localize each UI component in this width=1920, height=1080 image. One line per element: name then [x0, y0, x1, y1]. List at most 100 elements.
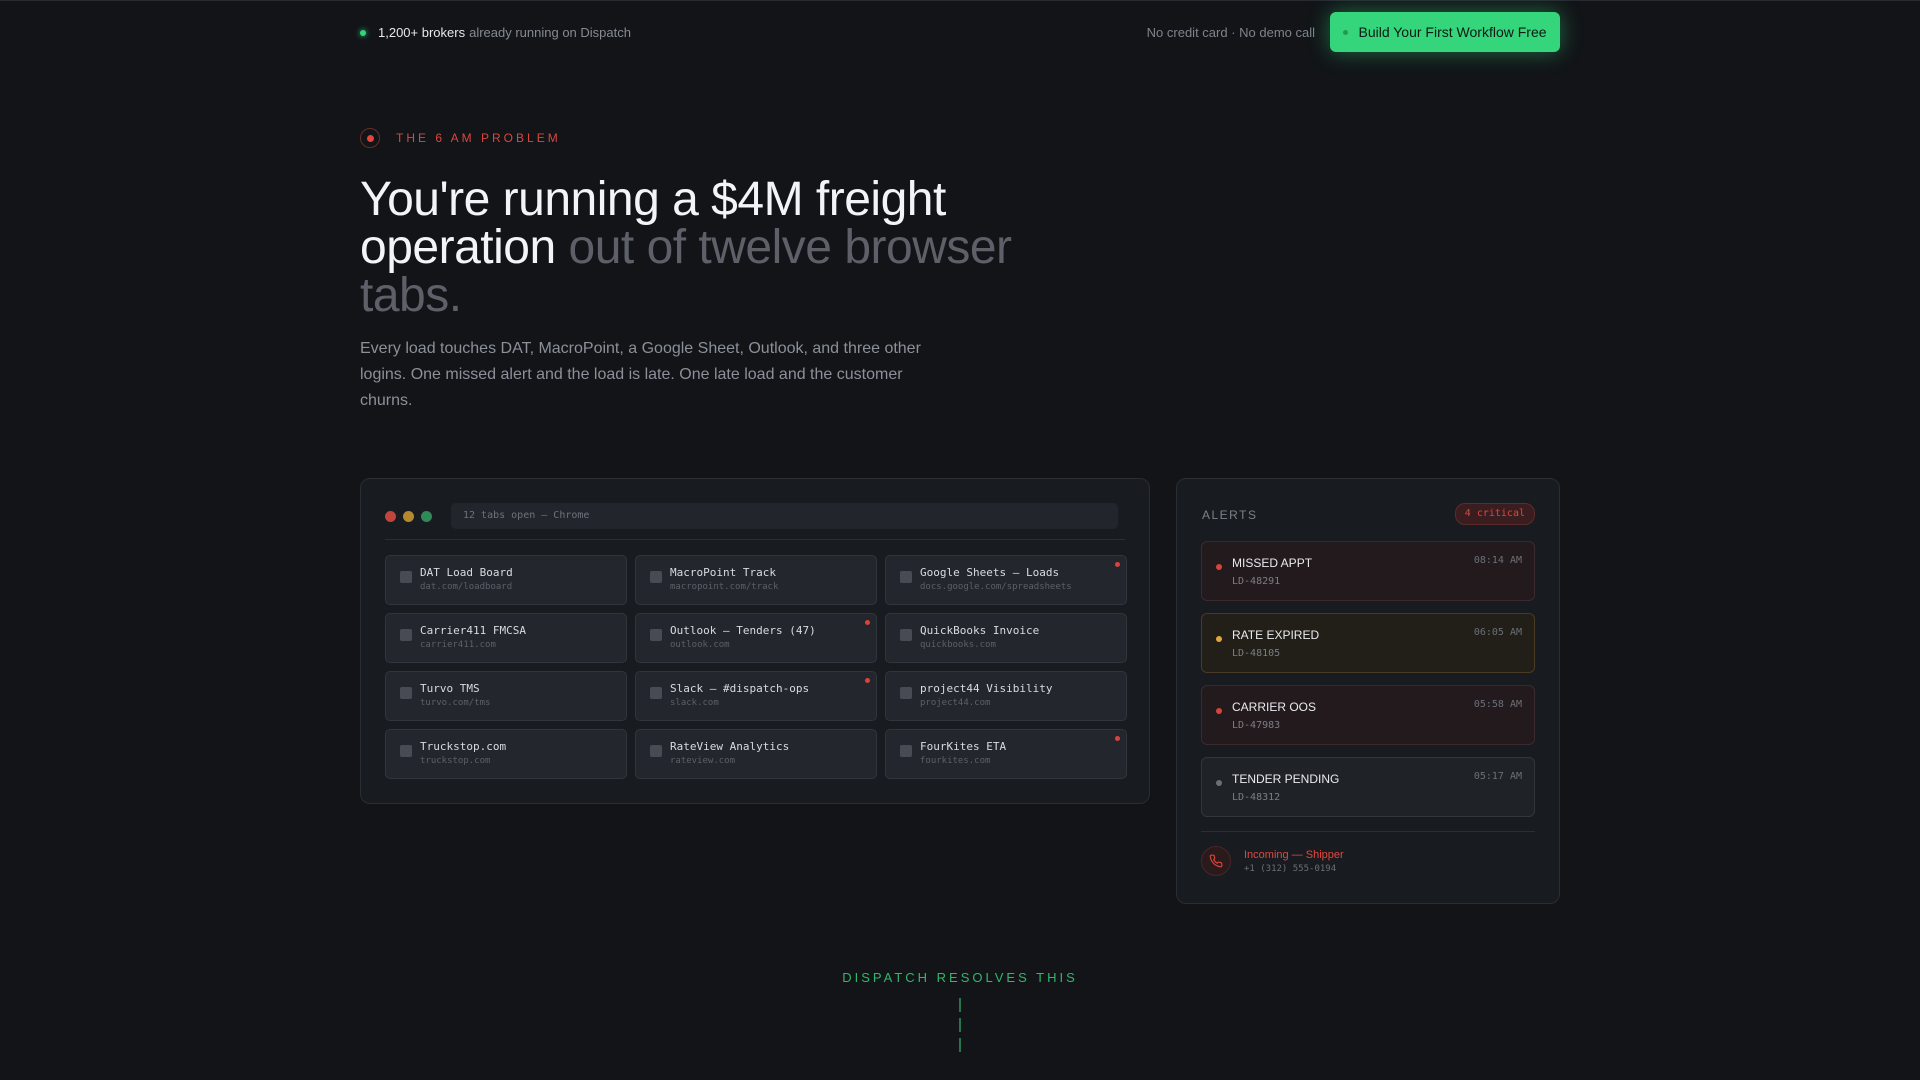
tab-name: Google Sheets — Loads — [920, 566, 1060, 579]
severity-dot-icon — [1216, 564, 1222, 570]
severity-dot-icon — [1216, 636, 1222, 642]
window-controls — [385, 511, 432, 522]
page-title: You're running a $4M freight operation o… — [360, 176, 1080, 320]
alert-title: CARRIER OOS — [1232, 700, 1317, 714]
browser-tab[interactable]: QuickBooks Invoice quickbooks.com — [885, 613, 1127, 663]
browser-tab[interactable]: project44 Visibility project44.com — [885, 671, 1127, 721]
tab-url: quickbooks.com — [920, 640, 996, 650]
alert-load-id: LD-48105 — [1232, 648, 1281, 659]
alert-item[interactable]: CARRIER OOS LD-47983 05:58 AM — [1201, 685, 1535, 745]
address-bar: 12 tabs open — Chrome — [451, 503, 1118, 529]
alert-title: RATE EXPIRED — [1232, 628, 1320, 642]
browser-tab[interactable]: Outlook — Tenders (47) outlook.com — [635, 613, 877, 663]
minimize-dot-icon — [403, 511, 414, 522]
tab-name: QuickBooks Invoice — [920, 624, 1040, 637]
call-title: Incoming — Shipper — [1244, 848, 1344, 861]
tab-url: turvo.com/tms — [420, 698, 491, 708]
favicon-icon — [650, 629, 662, 641]
browser-tab[interactable]: FourKites ETA fourkites.com — [885, 729, 1127, 779]
tab-url: macropoint.com/track — [670, 582, 779, 592]
favicon-icon — [900, 745, 912, 757]
favicon-icon — [650, 745, 662, 757]
hero-subcopy: Every load touches DAT, MacroPoint, a Go… — [360, 340, 921, 409]
build-workflow-button[interactable]: Build Your First Workflow Free — [1330, 12, 1560, 52]
tab-name: Outlook — Tenders (47) — [670, 624, 816, 637]
tab-url: outlook.com — [670, 640, 730, 650]
build-workflow-button-label: Build Your First Workflow Free — [1358, 24, 1547, 40]
alert-load-id: LD-48312 — [1232, 792, 1281, 803]
alert-title: TENDER PENDING — [1232, 772, 1340, 786]
social-proof: 1,200+ brokers already running on Dispat… — [360, 25, 631, 40]
tab-url: truckstop.com — [420, 756, 491, 766]
alerts-panel: ALERTS 4 critical MISSED APPT LD-48291 08:… — [1176, 478, 1560, 904]
connector-line — [959, 998, 961, 1054]
divider — [385, 539, 1125, 540]
alert-list: MISSED APPT LD-48291 08:14 AM RATE EXPIRED L… — [1201, 541, 1535, 829]
top-border — [0, 0, 1920, 1]
favicon-icon — [650, 571, 662, 583]
alert-time: 05:58 AM — [1473, 699, 1522, 710]
tab-url: dat.com/loadboard — [420, 582, 513, 592]
tab-name: Carrier411 FMCSA — [420, 624, 526, 637]
tab-name: MacroPoint Track — [670, 566, 776, 579]
cta-dot-icon — [1343, 29, 1349, 35]
alert-item[interactable]: TENDER PENDING LD-48312 05:17 AM — [1201, 757, 1535, 817]
social-proof-count: 1,200+ brokers — [378, 25, 466, 40]
section-eyebrow: THE 6 AM PROBLEM — [360, 128, 561, 148]
alert-dot-icon — [865, 678, 870, 683]
tab-url: slack.com — [670, 698, 719, 708]
alert-time: 05:17 AM — [1473, 771, 1522, 782]
tab-url: rateview.com — [670, 756, 736, 766]
alert-item[interactable]: RATE EXPIRED LD-48105 06:05 AM — [1201, 613, 1535, 673]
divider — [1201, 831, 1535, 832]
alert-dot-icon — [865, 620, 870, 625]
severity-dot-icon — [1216, 708, 1222, 714]
eyebrow-label: THE 6 AM PROBLEM — [396, 131, 561, 145]
alert-load-id: LD-48291 — [1232, 576, 1281, 587]
maximize-dot-icon — [421, 511, 432, 522]
favicon-icon — [900, 629, 912, 641]
tab-name: DAT Load Board — [420, 566, 513, 579]
call-number: +1 (312) 555-0194 — [1244, 863, 1337, 874]
severity-dot-icon — [1216, 780, 1222, 786]
status-dot-icon — [360, 29, 366, 36]
browser-tab[interactable]: Turvo TMS turvo.com/tms — [385, 671, 627, 721]
social-proof-text: already running on Dispatch — [469, 25, 631, 40]
incoming-call[interactable]: Incoming — Shipper +1 (312) 555-0194 — [1201, 846, 1344, 876]
tab-name: project44 Visibility — [920, 682, 1053, 695]
favicon-icon — [400, 745, 412, 757]
alerts-heading: ALERTS — [1202, 508, 1258, 522]
alert-dot-icon — [1115, 736, 1120, 741]
tab-url: project44.com — [920, 698, 991, 708]
alert-title: MISSED APPT — [1232, 556, 1313, 570]
favicon-icon — [900, 571, 912, 583]
alert-item[interactable]: MISSED APPT LD-48291 08:14 AM — [1201, 541, 1535, 601]
browser-tab[interactable]: MacroPoint Track macropoint.com/track — [635, 555, 877, 605]
browser-tab[interactable]: DAT Load Board dat.com/loadboard — [385, 555, 627, 605]
dispatch-resolves-label: DISPATCH RESOLVES THIS — [842, 970, 1078, 985]
browser-tab[interactable]: Carrier411 FMCSA carrier411.com — [385, 613, 627, 663]
favicon-icon — [650, 687, 662, 699]
tab-name: Truckstop.com — [420, 740, 507, 753]
phone-icon — [1201, 846, 1231, 876]
tab-grid: DAT Load Board dat.com/loadboard MacroPoin… — [385, 555, 1127, 779]
favicon-icon — [900, 687, 912, 699]
tab-url: carrier411.com — [420, 640, 496, 650]
alert-load-id: LD-47983 — [1232, 720, 1281, 731]
no-credit-card-note: No credit card · No demo call — [1146, 25, 1315, 40]
alert-time: 08:14 AM — [1473, 555, 1522, 566]
browser-tab[interactable]: Truckstop.com truckstop.com — [385, 729, 627, 779]
tab-name: RateView Analytics — [670, 740, 790, 753]
tab-url: fourkites.com — [920, 756, 991, 766]
browser-tab[interactable]: Slack — #dispatch-ops slack.com — [635, 671, 877, 721]
browser-tab[interactable]: RateView Analytics rateview.com — [635, 729, 877, 779]
close-dot-icon — [385, 511, 396, 522]
tab-name: FourKites ETA — [920, 740, 1007, 753]
record-dot-icon — [360, 128, 380, 148]
critical-badge: 4 critical — [1454, 503, 1535, 525]
tab-url: docs.google.com/spreadsheets — [920, 582, 1072, 592]
alert-dot-icon — [1115, 562, 1120, 567]
favicon-icon — [400, 629, 412, 641]
browser-window: 12 tabs open — Chrome DAT Load Board dat.… — [360, 478, 1150, 804]
browser-tab[interactable]: Google Sheets — Loads docs.google.com/spr… — [885, 555, 1127, 605]
